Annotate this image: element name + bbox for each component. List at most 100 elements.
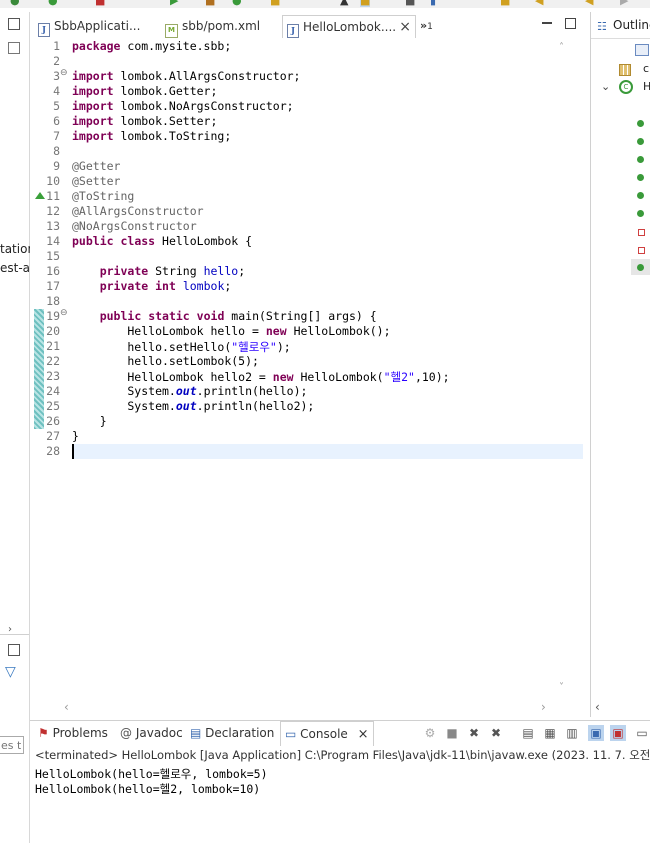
outline-title[interactable]: Outline <box>613 18 650 32</box>
outline-item-package[interactable]: c <box>643 62 649 75</box>
remove-all-icon[interactable]: ✖ <box>488 725 504 741</box>
chevron-right-icon[interactable]: › <box>541 700 546 714</box>
code-line: HelloLombok hello = new HelloLombok(); <box>72 324 391 338</box>
outline-item-class[interactable]: H <box>643 80 650 93</box>
stop-icon[interactable]: ■ <box>95 0 105 7</box>
tab-overflow[interactable]: »1 <box>420 15 433 37</box>
close-icon[interactable]: × <box>399 16 411 38</box>
line-number: 21 <box>46 339 60 353</box>
close-icon[interactable]: × <box>358 727 369 742</box>
chevron-left-icon[interactable]: ‹ <box>595 700 600 714</box>
line-number: 25 <box>46 399 60 413</box>
line-number: 6 <box>53 114 60 128</box>
forward-icon[interactable]: ◀ <box>585 0 593 7</box>
highlight-icon[interactable]: ■ <box>360 0 371 7</box>
line-number: 9 <box>53 159 60 173</box>
collapse-all-icon[interactable] <box>635 44 649 56</box>
refresh-icon[interactable]: ● <box>232 0 242 7</box>
code-line: @AllArgsConstructor <box>72 204 204 218</box>
code-line: System.out.println(hello); <box>72 384 308 398</box>
code-line: import lombok.Setter; <box>72 114 218 128</box>
field-icon <box>638 229 645 236</box>
line-number: 26 <box>46 414 60 428</box>
line-number: 24 <box>46 384 60 398</box>
minimize-icon[interactable] <box>8 42 20 54</box>
console-icon: ▭ <box>285 727 297 741</box>
restore-icon[interactable] <box>8 18 20 30</box>
code-editor[interactable]: ⊖ ⊖ 1 2 3 4 5 6 7 8 9 10 11 12 13 14 15 16 17 18 19 20 21 22 2… <box>30 38 585 718</box>
tab-label: Javadoc <box>135 726 183 740</box>
back-icon[interactable]: ◀ <box>535 0 543 7</box>
filter-input[interactable] <box>0 736 24 754</box>
problems-icon: ⚑ <box>38 726 49 740</box>
line-number: 18 <box>46 294 60 308</box>
code-line: @ToString <box>72 189 135 203</box>
maximize-icon[interactable] <box>565 18 576 29</box>
cursor-icon[interactable]: ▲ <box>340 0 348 7</box>
code-line: HelloLombok hello2 = new HelloLombok("헬2… <box>72 370 450 384</box>
remove-icon[interactable]: ✖ <box>466 725 482 741</box>
remove-launch-icon[interactable]: ⚙ <box>422 725 438 741</box>
debug-icon[interactable]: ● <box>48 0 58 7</box>
clear-console-icon[interactable]: ▤ <box>520 725 536 741</box>
code-line: import lombok.NoArgsConstructor; <box>72 99 294 113</box>
method-icon <box>637 156 644 163</box>
console-output[interactable]: <terminated> HelloLombok [Java Applicati… <box>30 746 650 843</box>
code-line: hello.setLombok(5); <box>72 354 259 368</box>
left-pane-text: est-a <box>0 261 31 275</box>
clipboard-icon[interactable]: ■ <box>405 0 415 7</box>
code-line: @NoArgsConstructor <box>72 219 197 233</box>
java-file-icon: J <box>287 24 299 38</box>
tab-declaration[interactable]: ▤ Declaration <box>190 726 274 740</box>
method-icon <box>637 174 644 181</box>
code-line: } <box>72 429 79 443</box>
minimize-icon[interactable] <box>542 22 552 24</box>
tab-hellolombok[interactable]: J HelloLombok.... × <box>282 15 416 40</box>
word-wrap-icon[interactable]: ▥ <box>564 725 580 741</box>
line-number: 12 <box>46 204 60 218</box>
line-number: 8 <box>53 144 60 158</box>
package-icon[interactable]: ■ <box>205 0 215 7</box>
fold-icon[interactable]: ⊖ <box>60 68 68 78</box>
console-line: HelloLombok(hello=헬로우, lombok=5) <box>35 767 268 781</box>
outline-icon: ☷ <box>597 20 607 33</box>
main-method-icon <box>637 264 644 271</box>
restore-icon[interactable] <box>8 644 20 656</box>
pin-console-icon[interactable]: ▣ <box>588 725 604 741</box>
tab-javadoc[interactable]: @ Javadoc <box>120 726 183 740</box>
divider <box>0 634 29 635</box>
chevron-left-icon[interactable]: ‹ <box>64 700 69 714</box>
tab-console[interactable]: ▭ Console × <box>280 721 374 748</box>
filter-icon[interactable]: ▽ <box>5 664 16 680</box>
javadoc-icon: @ <box>120 726 132 740</box>
horizontal-scrollbar[interactable]: ‹ › <box>44 700 557 714</box>
nav-icon[interactable]: ■ <box>500 0 510 7</box>
tab-sbbapplication[interactable]: J SbbApplicati... <box>38 15 156 37</box>
tab-problems[interactable]: ⚑ Problems <box>38 726 108 740</box>
vertical-scrollbar[interactable]: ˄ ˅ <box>557 38 571 700</box>
display-console-icon[interactable]: ▭ <box>634 725 650 741</box>
line-number: 22 <box>46 354 60 368</box>
open-folder-icon[interactable]: ■ <box>270 0 280 7</box>
pause-icon[interactable]: ▮ <box>430 0 436 7</box>
show-console-icon[interactable]: ▣ <box>610 725 626 741</box>
chevron-down-icon[interactable]: ˅ <box>559 682 564 693</box>
next-icon[interactable]: ▶ <box>620 0 628 7</box>
code-line: import lombok.Getter; <box>72 84 218 98</box>
console-line: HelloLombok(hello=헬2, lombok=10) <box>35 782 261 796</box>
tab-label: Problems <box>52 726 108 740</box>
tab-pom-xml[interactable]: Msbb/pom.xml <box>165 15 275 38</box>
scroll-lock-icon[interactable]: ▦ <box>542 725 558 741</box>
tab-label: sbb/pom.xml <box>182 19 261 33</box>
run-icon[interactable]: ● <box>10 0 20 7</box>
launch-icon[interactable]: ▶ <box>170 0 178 7</box>
line-number: 5 <box>53 99 60 113</box>
chevron-down-icon[interactable]: ⌄ <box>601 80 610 93</box>
chevron-up-icon[interactable]: ˄ <box>559 42 564 53</box>
terminate-icon[interactable]: ■ <box>444 725 460 741</box>
code-line: public class HelloLombok { <box>72 234 253 248</box>
fold-icon[interactable]: ⊖ <box>60 308 68 318</box>
code-line: } <box>72 414 107 428</box>
code-line: private String hello; <box>99 264 246 278</box>
code-line: private int lombok; <box>99 279 232 293</box>
